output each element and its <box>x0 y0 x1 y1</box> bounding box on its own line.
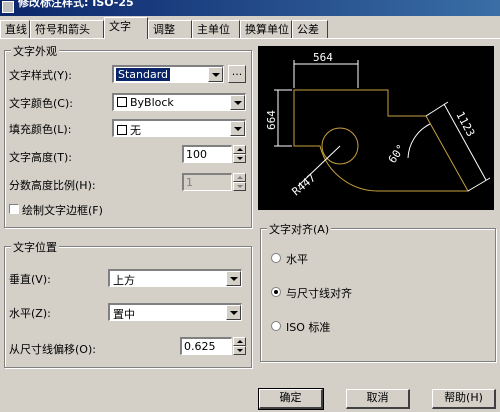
text-color-label: 文字颜色(C): <box>9 97 73 110</box>
dim-right-text: 1123 <box>453 109 477 139</box>
fill-color-label: 填充颜色(L): <box>9 123 72 136</box>
help-button[interactable]: 帮助(H) <box>432 389 496 409</box>
vertical-label: 垂直(V): <box>9 273 51 286</box>
chevron-down-icon[interactable] <box>226 271 241 286</box>
tab-fit[interactable]: 调整 <box>148 20 192 38</box>
horizontal-label: 水平(Z): <box>9 307 51 320</box>
align-iso-radio[interactable] <box>271 321 281 331</box>
text-height-spinner[interactable] <box>233 145 246 163</box>
text-style-browse-button[interactable]: ... <box>228 65 246 83</box>
tab-symbols-arrows[interactable]: 符号和箭头 <box>30 20 104 38</box>
text-placement-title: 文字位置 <box>11 239 59 255</box>
tab-lines[interactable]: 直线 <box>0 20 30 38</box>
align-horizontal-label: 水平 <box>286 253 308 266</box>
text-frame-label: 绘制文字边框(F) <box>22 204 103 217</box>
app-icon <box>2 1 14 13</box>
cancel-button[interactable]: 取消 <box>346 389 410 409</box>
text-height-value: 100 <box>186 148 207 161</box>
dim-top-text: 564 <box>313 51 333 64</box>
dim-radius-text: R447 <box>290 171 319 198</box>
text-color-select[interactable]: ByBlock <box>112 93 246 111</box>
fraction-scale-value: 1 <box>186 176 193 189</box>
spin-down-icon <box>233 182 246 191</box>
tab-primary-units[interactable]: 主单位 <box>192 20 240 38</box>
horizontal-value: 置中 <box>113 308 135 321</box>
color-swatch-icon <box>117 125 127 135</box>
align-iso-label: ISO 标准 <box>286 321 331 334</box>
spin-up-icon[interactable] <box>233 145 246 154</box>
text-style-label: 文字样式(Y): <box>9 69 73 82</box>
tab-strip: 直线 符号和箭头 文字 调整 主单位 换算单位 公差 <box>0 17 500 39</box>
offset-label: 从尺寸线偏移(O): <box>9 343 96 356</box>
align-with-line-radio[interactable] <box>271 287 281 297</box>
text-height-input[interactable]: 100 <box>182 145 232 163</box>
vertical-select[interactable]: 上方 <box>108 269 242 287</box>
chevron-down-icon[interactable] <box>208 67 223 82</box>
preview-drawing: 564 664 1123 R447 60° <box>265 51 491 198</box>
fraction-scale-input: 1 <box>182 173 232 191</box>
text-style-select[interactable]: Standard <box>112 65 224 83</box>
ok-button[interactable]: 确定 <box>258 388 324 410</box>
text-height-label: 文字高度(T): <box>9 151 73 164</box>
dimension-preview: 564 664 1123 R447 60° <box>258 46 494 210</box>
spin-down-icon[interactable] <box>233 154 246 163</box>
spin-up-icon <box>233 173 246 182</box>
text-frame-checkbox[interactable] <box>9 204 19 214</box>
title-bar: 修改标注样式: ISO-25 <box>0 0 500 16</box>
chevron-down-icon[interactable] <box>230 121 245 136</box>
fraction-scale-label: 分数高度比例(H): <box>9 179 96 192</box>
offset-input[interactable]: 0.625 <box>180 337 232 355</box>
text-color-value: ByBlock <box>130 96 174 109</box>
dim-left-text: 664 <box>265 110 278 130</box>
tab-divider <box>0 38 500 39</box>
text-appearance-title: 文字外观 <box>11 43 59 59</box>
offset-spinner[interactable] <box>233 337 246 355</box>
fill-color-value: 无 <box>130 124 141 137</box>
align-horizontal-radio[interactable] <box>271 253 281 263</box>
spin-up-icon[interactable] <box>233 337 246 346</box>
align-with-line-label: 与尺寸线对齐 <box>286 287 352 300</box>
preview-shape <box>293 89 469 192</box>
fill-color-select[interactable]: 无 <box>112 119 246 137</box>
text-alignment-title: 文字对齐(A) <box>267 221 332 237</box>
fraction-scale-spinner <box>233 173 246 191</box>
horizontal-select[interactable]: 置中 <box>108 303 242 321</box>
chevron-down-icon[interactable] <box>226 305 241 320</box>
window-title: 修改标注样式: ISO-25 <box>18 0 134 9</box>
vertical-value: 上方 <box>113 274 135 287</box>
tab-tolerances[interactable]: 公差 <box>292 20 328 38</box>
preview-dimension-lines <box>274 60 491 192</box>
chevron-down-icon[interactable] <box>230 95 245 110</box>
dim-angle-text: 60° <box>386 142 408 166</box>
tab-alternate-units[interactable]: 换算单位 <box>240 20 292 38</box>
tab-text[interactable]: 文字 <box>104 17 148 39</box>
color-swatch-icon <box>117 97 127 107</box>
offset-value: 0.625 <box>184 340 216 353</box>
text-style-value: Standard <box>116 68 171 81</box>
spin-down-icon[interactable] <box>233 346 246 355</box>
